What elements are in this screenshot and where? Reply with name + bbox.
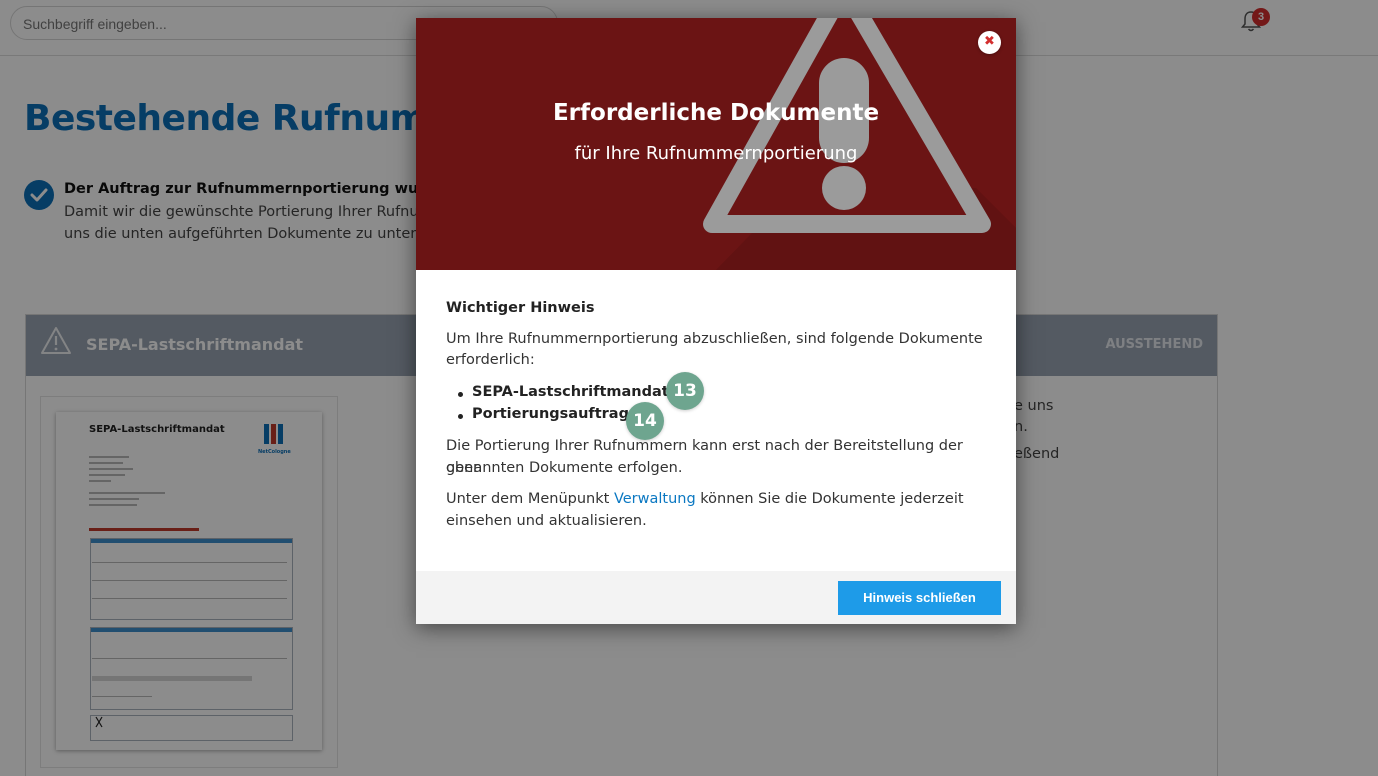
list-item: SEPA-Lastschriftmandat [458, 384, 669, 400]
list-item: Portierungsauftrag [458, 406, 629, 422]
close-button[interactable]: ✖ [978, 31, 1001, 54]
management-text-post: können Sie die Dokumente jederzeit [695, 491, 964, 507]
verwaltung-link[interactable]: Verwaltung [614, 491, 696, 507]
intro-line-1: Um Ihre Rufnummernportierung abzuschließ… [446, 331, 983, 347]
dialog-subtitle: für Ihre Rufnummernportierung [574, 143, 858, 164]
list-item-label: SEPA-Lastschriftmandat [472, 384, 669, 400]
close-icon: ✖ [984, 34, 995, 49]
bullet-icon [458, 414, 463, 419]
required-documents-dialog: Erforderliche Dokumente für Ihre Rufnumm… [416, 18, 1016, 624]
intro-line-2: erforderlich: [446, 352, 535, 368]
step-badge: 14 [626, 402, 664, 440]
list-item-label: Portierungsauftrag [472, 406, 629, 422]
bullet-icon [458, 392, 463, 397]
management-text-pre: Unter dem Menüpunkt [446, 491, 614, 507]
notice-heading: Wichtiger Hinweis [446, 300, 595, 316]
dialog-hero: Erforderliche Dokumente für Ihre Rufnumm… [416, 18, 1016, 270]
close-notice-button[interactable]: Hinweis schließen [838, 581, 1001, 615]
dialog-title: Erforderliche Dokumente [552, 100, 880, 126]
step-badge: 13 [666, 372, 704, 410]
management-line-1: Unter dem Menüpunkt Verwaltung können Si… [446, 489, 991, 511]
management-line-2: einsehen und aktualisieren. [446, 513, 647, 529]
dialog-footer: Hinweis schließen [416, 571, 1016, 624]
info-line-2: genannten Dokumente erfolgen. [446, 460, 683, 476]
